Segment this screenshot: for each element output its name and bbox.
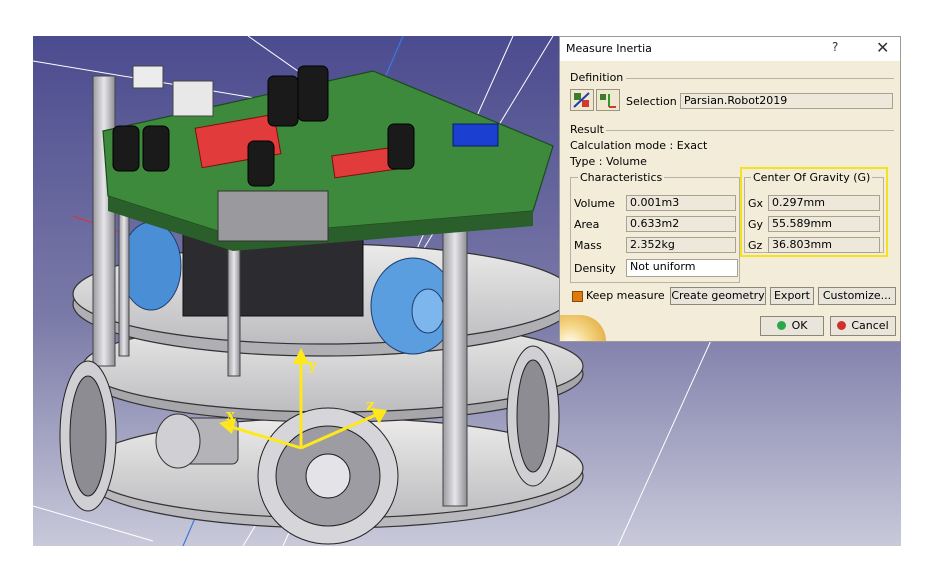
- cancel-label: Cancel: [851, 319, 889, 332]
- mass-label: Mass: [574, 239, 602, 252]
- measure-inertia-dialog: Measure Inertia ? ✕ Definition Selection…: [559, 36, 901, 342]
- close-button[interactable]: ✕: [876, 38, 889, 57]
- z-axis-label: z: [366, 396, 375, 414]
- area-label: Area: [574, 218, 600, 231]
- characteristics-title: Characteristics: [578, 171, 665, 184]
- volume-label: Volume: [574, 197, 615, 210]
- create-geometry-button[interactable]: Create geometry: [670, 287, 766, 305]
- gy-label: Gy: [748, 218, 764, 231]
- result-label: Result: [570, 123, 604, 136]
- gx-field[interactable]: 0.297mm: [768, 195, 880, 211]
- mass-field[interactable]: 2.352kg: [626, 237, 736, 253]
- cancel-icon: [837, 321, 847, 330]
- dialog-title: Measure Inertia: [566, 42, 652, 55]
- measure-between-icon[interactable]: [596, 89, 620, 111]
- selection-field[interactable]: Parsian.Robot2019: [680, 93, 893, 109]
- help-button[interactable]: ?: [832, 40, 838, 54]
- export-button[interactable]: Export: [770, 287, 814, 305]
- cancel-button[interactable]: Cancel: [830, 316, 896, 336]
- gx-label: Gx: [748, 197, 764, 210]
- area-field[interactable]: 0.633m2: [626, 216, 736, 232]
- calculation-mode: Calculation mode : Exact: [570, 139, 708, 152]
- ok-label: OK: [791, 319, 808, 332]
- definition-label: Definition: [570, 71, 624, 84]
- customize-button[interactable]: Customize...: [818, 287, 896, 305]
- result-divider: [606, 130, 894, 131]
- density-label: Density: [574, 262, 616, 275]
- x-axis-label: x: [226, 406, 236, 424]
- ok-check-icon: [776, 321, 786, 330]
- gz-field[interactable]: 36.803mm: [768, 237, 880, 253]
- selection-label: Selection :: [626, 95, 684, 108]
- keep-measure-label: Keep measure: [586, 289, 665, 302]
- y-axis-label: y: [307, 356, 318, 374]
- definition-divider: [626, 78, 894, 79]
- gz-label: Gz: [748, 239, 763, 252]
- measure-item-icon[interactable]: [570, 89, 594, 111]
- catia-logo-icon: [560, 315, 606, 341]
- keep-measure-checkbox[interactable]: [572, 291, 583, 302]
- density-field[interactable]: Not uniform: [626, 259, 738, 277]
- volume-field[interactable]: 0.001m3: [626, 195, 736, 211]
- dialog-titlebar: Measure Inertia ? ✕: [560, 37, 900, 61]
- center-of-gravity-title: Center Of Gravity (G): [751, 171, 873, 184]
- type-label: Type : Volume: [570, 155, 647, 168]
- ok-button[interactable]: OK: [760, 316, 824, 336]
- gy-field[interactable]: 55.589mm: [768, 216, 880, 232]
